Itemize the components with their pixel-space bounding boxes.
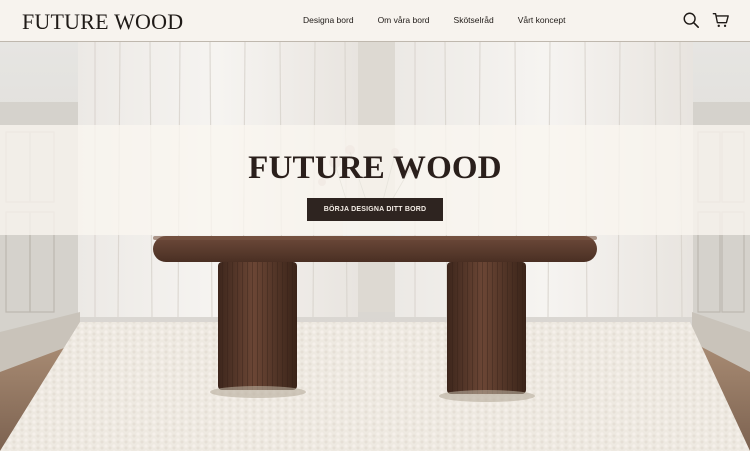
hero-title: FUTURE WOOD (248, 150, 502, 186)
nav-om-vara-bord[interactable]: Om våra bord (378, 15, 430, 25)
nav-vart-koncept[interactable]: Vårt koncept (518, 15, 566, 25)
site-header: FUTURE WOOD Designa bord Om våra bord Sk… (0, 0, 750, 42)
site-logo[interactable]: FUTURE WOOD (22, 9, 183, 35)
nav-skotselrad[interactable]: Skötselråd (454, 15, 494, 25)
search-icon[interactable] (682, 11, 700, 29)
header-icons (682, 11, 730, 29)
main-nav: Designa bord Om våra bord Skötselråd Vår… (303, 15, 589, 25)
nav-designa-bord[interactable]: Designa bord (303, 15, 354, 25)
cart-icon[interactable] (712, 11, 730, 29)
hero-section: FUTURE WOOD BÖRJA DESIGNA DITT BORD (0, 42, 750, 451)
start-design-button[interactable]: BÖRJA DESIGNA DITT BORD (307, 198, 443, 221)
hero-image (0, 42, 750, 451)
